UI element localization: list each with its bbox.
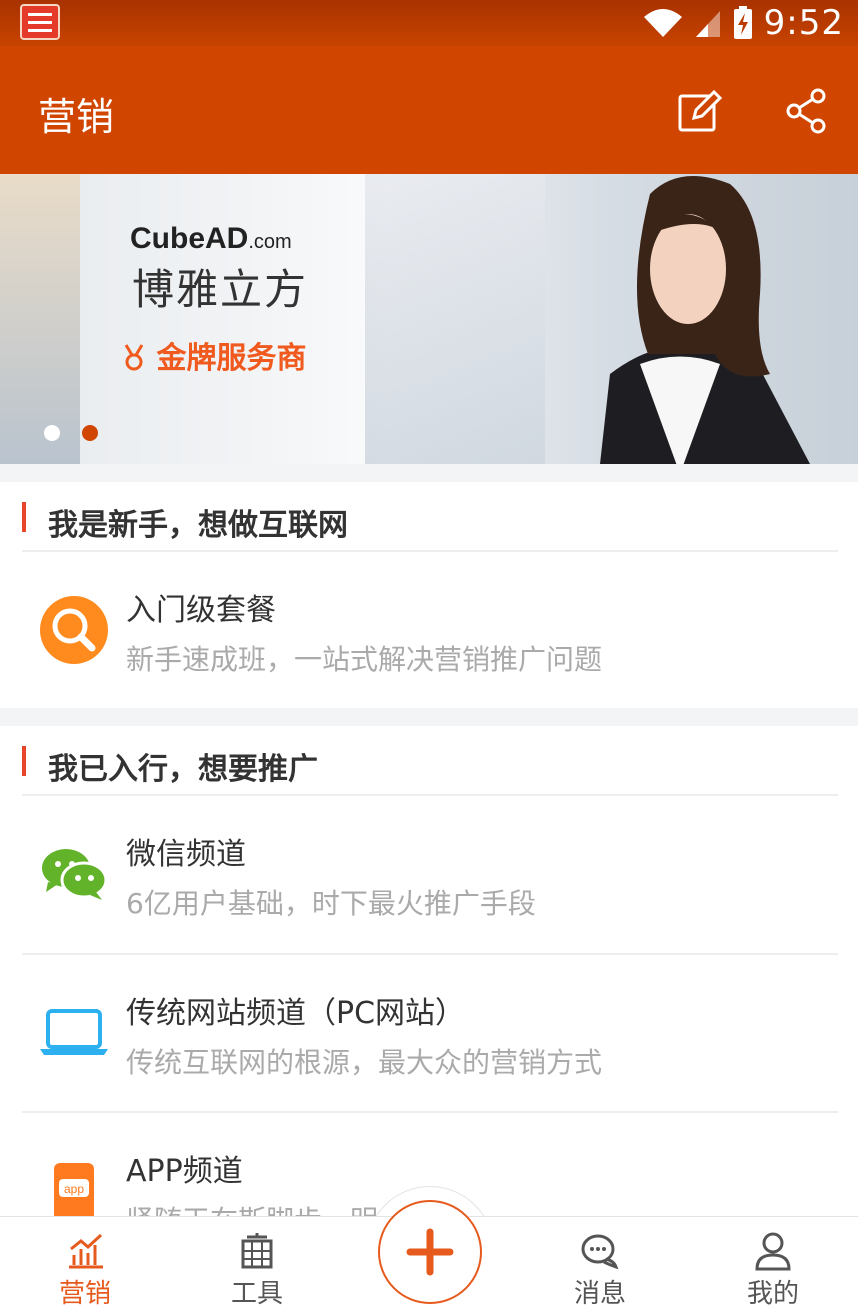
tab-profile[interactable]: 我的 [718, 1217, 828, 1316]
add-button[interactable] [378, 1200, 482, 1304]
section-accent-bar [22, 746, 26, 776]
list-item-wechat[interactable]: 微信频道 6亿用户基础，时下最火推广手段 [0, 796, 858, 954]
tab-tools[interactable]: 工具 [202, 1217, 312, 1316]
badge-text: 金牌服务商 [122, 333, 306, 377]
tab-label: 消息 [573, 1279, 626, 1309]
list-item-pc-website[interactable]: 传统网站频道（PC网站） 传统互联网的根源，最大众的营销方式 [0, 955, 858, 1113]
item-subtitle: 新手速成班，一站式解决营销推广问题 [126, 643, 603, 676]
medal-icon [124, 344, 144, 371]
laptop-icon [40, 1009, 108, 1055]
brand-logo: CubeAD.com [130, 222, 292, 255]
wifi-icon [643, 9, 682, 37]
chart-icon [69, 1233, 103, 1269]
battery-icon [733, 6, 752, 39]
item-title: 传统网站频道（PC网站） [126, 996, 466, 1031]
status-time: 9:52 [763, 3, 844, 43]
tab-label: 营销 [58, 1279, 111, 1309]
wechat-icon [42, 849, 108, 900]
toolbox-icon [241, 1233, 273, 1269]
app-notification-icon [20, 4, 60, 40]
item-title: 微信频道 [126, 837, 246, 872]
list-item-starter-package[interactable]: 入门级套餐 新手速成班，一站式解决营销推广问题 [0, 552, 858, 710]
section-accent-bar [22, 502, 26, 532]
item-subtitle: 传统互联网的根源，最大众的营销方式 [126, 1046, 603, 1079]
section-header: 我是新手，想做互联网 [0, 482, 858, 550]
chat-icon [581, 1234, 619, 1270]
search-icon [40, 596, 108, 664]
app-icon: app [54, 1163, 94, 1216]
signal-icon [695, 11, 720, 37]
edit-icon[interactable] [676, 88, 722, 134]
share-icon[interactable] [784, 88, 830, 134]
tab-label: 我的 [746, 1279, 799, 1309]
banner-pagination [44, 425, 98, 441]
pagination-dot-active[interactable] [82, 425, 98, 441]
section-header: 我已入行，想要推广 [0, 726, 858, 794]
tab-messages[interactable]: 消息 [545, 1217, 655, 1316]
section-title: 我已入行，想要推广 [48, 752, 318, 787]
pagination-dot[interactable] [44, 425, 60, 441]
item-title: 入门级套餐 [126, 593, 276, 628]
status-bar: 9:52 [0, 0, 858, 46]
tab-label: 工具 [230, 1279, 283, 1309]
banner-model-image [600, 176, 810, 464]
svg-text:app: app [64, 1182, 84, 1196]
plus-icon [406, 1228, 454, 1276]
item-title: APP频道 [126, 1154, 243, 1189]
app-bar: 营销 [0, 46, 858, 174]
tab-marketing[interactable]: 营销 [30, 1217, 140, 1316]
item-subtitle: 6亿用户基础，时下最火推广手段 [126, 887, 536, 920]
user-icon [755, 1232, 791, 1271]
section-beginner: 我是新手，想做互联网 入门级套餐 新手速成班，一站式解决营销推广问题 [0, 482, 858, 708]
section-promote: 我已入行，想要推广 微信频道 6亿用户基础，时下最火推广手段 传统网站频道（PC… [0, 726, 858, 1216]
brand-name-cn: 博雅立方 [132, 265, 309, 314]
page-title: 营销 [38, 95, 115, 139]
section-title: 我是新手，想做互联网 [48, 508, 348, 543]
